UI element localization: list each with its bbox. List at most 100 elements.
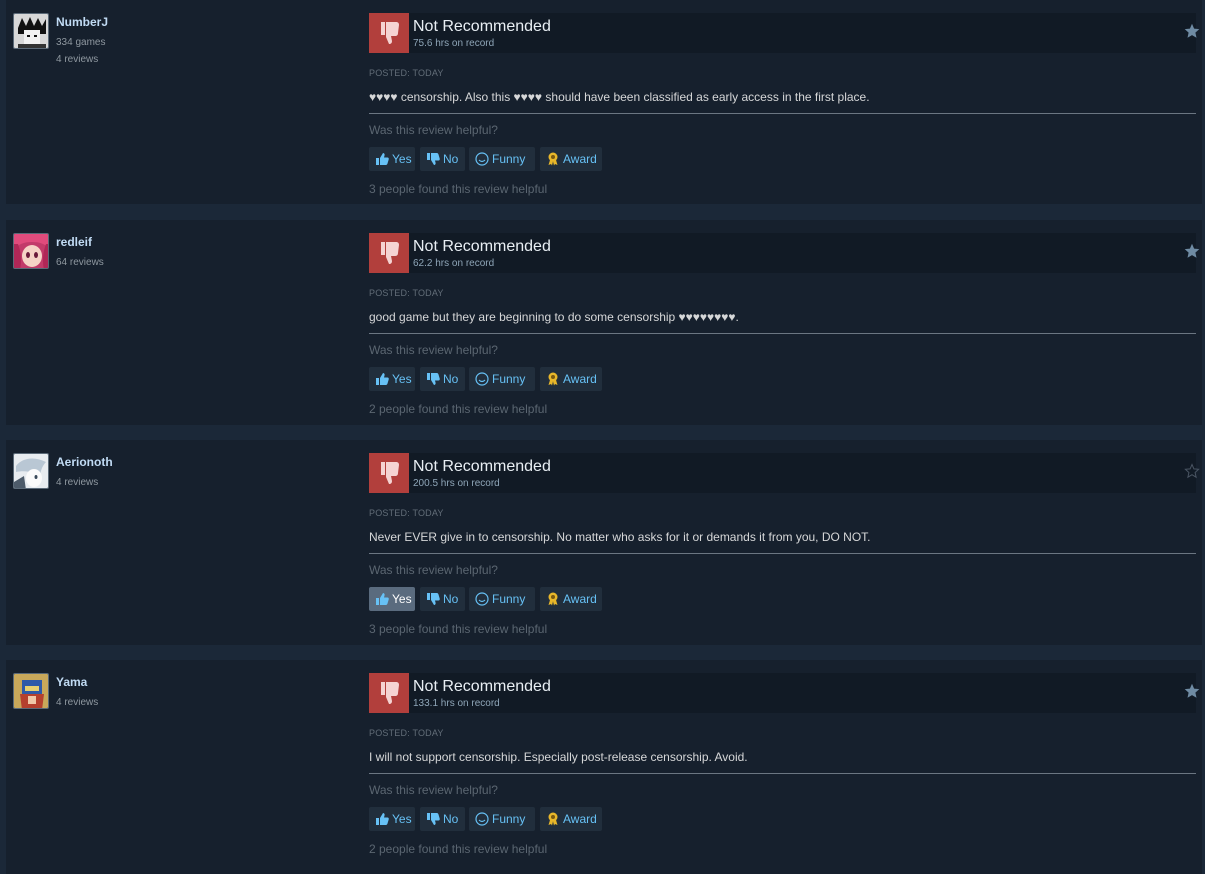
award-label: Award [563,812,597,826]
vote-header[interactable]: Not Recommended 62.2 hrs on record [369,233,1200,273]
vote-header[interactable]: Not Recommended 200.5 hrs on record [369,453,1200,493]
smiley-icon [475,152,489,166]
no-label: No [443,152,459,166]
reviews-list: NumberJ 334 games 4 reviews Not Recommen… [0,0,1205,874]
helpful-question: Was this review helpful? [369,563,498,577]
award-label: Award [563,592,597,606]
author-name[interactable]: NumberJ [56,15,108,29]
author-name[interactable]: Yama [56,675,87,689]
funny-button[interactable]: Funny [469,367,535,391]
star-outline-icon[interactable] [1184,463,1200,479]
no-label: No [443,812,459,826]
funny-button[interactable]: Funny [469,147,535,171]
author-reviews-count[interactable]: 4 reviews [56,697,98,708]
divider [369,773,1196,774]
yes-button[interactable]: Yes [369,587,415,611]
thumbs-up-icon [376,813,389,825]
vote-title: Not Recommended [413,678,551,695]
award-button[interactable]: Award [540,587,602,611]
hours-on-record: 75.6 hrs on record [413,38,495,49]
avatar[interactable] [13,13,49,49]
thumbs-up-icon [376,593,389,605]
funny-label: Funny [492,372,526,386]
review-text: Never EVER give in to censorship. No mat… [369,530,871,544]
author-reviews-count[interactable]: 4 reviews [56,54,98,65]
yes-label: Yes [392,812,412,826]
hours-on-record: 133.1 hrs on record [413,698,500,709]
author-games-count[interactable]: 334 games [56,37,105,48]
funny-label: Funny [492,152,526,166]
helpful-question: Was this review helpful? [369,783,498,797]
award-icon [548,372,558,386]
review-text: I will not support censorship. Especiall… [369,750,748,764]
thumbs-down-icon [369,453,409,493]
review-card: Yama 4 reviews Not Recommended 133.1 hrs… [6,660,1202,874]
found-helpful-count: 2 people found this review helpful [369,402,548,416]
award-icon [548,812,558,826]
author-reviews-count[interactable]: 4 reviews [56,477,98,488]
no-label: No [443,372,459,386]
thumbs-down-icon [427,373,440,385]
star-icon[interactable] [1184,683,1200,699]
no-button[interactable]: No [420,147,465,171]
posted-date: POSTED: TODAY [369,728,444,738]
helpful-question: Was this review helpful? [369,343,498,357]
posted-date: POSTED: TODAY [369,508,444,518]
smiley-icon [475,372,489,386]
yes-button[interactable]: Yes [369,147,415,171]
found-helpful-count: 3 people found this review helpful [369,182,548,196]
review-card: redleif 64 reviews Not Recommended 62.2 … [6,220,1202,425]
yes-button[interactable]: Yes [369,367,415,391]
found-helpful-count: 3 people found this review helpful [369,622,548,636]
no-button[interactable]: No [420,807,465,831]
posted-date: POSTED: TODAY [369,68,444,78]
thumbs-down-icon [427,593,440,605]
funny-button[interactable]: Funny [469,807,535,831]
review-text: good game but they are beginning to do s… [369,310,739,324]
avatar[interactable] [13,673,49,709]
hours-on-record: 200.5 hrs on record [413,478,500,489]
award-icon [548,592,558,606]
funny-label: Funny [492,592,526,606]
thumbs-down-icon [369,13,409,53]
thumbs-down-icon [427,813,440,825]
thumbs-down-icon [427,153,440,165]
award-icon [548,152,558,166]
thumbs-up-icon [376,373,389,385]
divider [369,553,1196,554]
funny-button[interactable]: Funny [469,587,535,611]
award-button[interactable]: Award [540,367,602,391]
review-text: ♥♥♥♥ censorship. Also this ♥♥♥♥ should h… [369,90,870,104]
no-button[interactable]: No [420,587,465,611]
posted-date: POSTED: TODAY [369,288,444,298]
found-helpful-count: 2 people found this review helpful [369,842,548,856]
author-name[interactable]: Aerionoth [56,455,113,469]
helpful-question: Was this review helpful? [369,123,498,137]
avatar[interactable] [13,233,49,269]
thumbs-down-icon [369,233,409,273]
award-label: Award [563,152,597,166]
author-reviews-count[interactable]: 64 reviews [56,257,104,268]
vote-header[interactable]: Not Recommended 133.1 hrs on record [369,673,1200,713]
author-name[interactable]: redleif [56,235,92,249]
star-icon[interactable] [1184,243,1200,259]
vote-title: Not Recommended [413,238,551,255]
star-icon[interactable] [1184,23,1200,39]
award-label: Award [563,372,597,386]
award-button[interactable]: Award [540,807,602,831]
yes-button[interactable]: Yes [369,807,415,831]
funny-label: Funny [492,812,526,826]
no-button[interactable]: No [420,367,465,391]
vote-title: Not Recommended [413,18,551,35]
no-label: No [443,592,459,606]
hours-on-record: 62.2 hrs on record [413,258,495,269]
yes-label: Yes [392,152,412,166]
avatar[interactable] [13,453,49,489]
smiley-icon [475,812,489,826]
award-button[interactable]: Award [540,147,602,171]
yes-label: Yes [392,372,412,386]
thumbs-up-icon [376,153,389,165]
review-card: Aerionoth 4 reviews Not Recommended 200.… [6,440,1202,645]
smiley-icon [475,592,489,606]
vote-header[interactable]: Not Recommended 75.6 hrs on record [369,13,1200,53]
